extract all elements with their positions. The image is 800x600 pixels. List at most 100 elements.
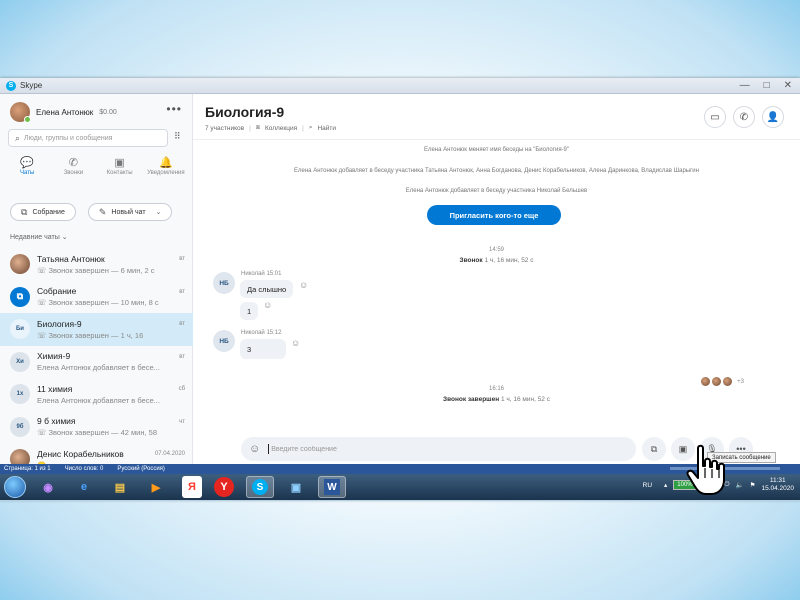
search-box[interactable]: ⌕ Люди, группы и сообщения [8,129,168,147]
avatar[interactable]: НБ [213,272,235,294]
chat-list: Татьяна Антонюк ☏ Звонок завершен — 6 ми… [0,248,193,476]
emoji-icon[interactable]: ☺ [249,443,260,455]
message-sender: Николай 15:12 [241,330,282,336]
phone-icon: ✆ [68,157,78,169]
close-button[interactable]: ✕ [784,80,792,91]
message-input[interactable] [271,445,612,453]
chat-item-biology[interactable]: Би Биология-9 ☏ Звонок завершен — 1 ч, 1… [0,313,193,346]
media-player-icon[interactable]: ▶ [142,476,170,498]
tab-contacts[interactable]: ▣ Контакты [100,156,140,176]
chevron-up-icon[interactable]: ▴ [664,481,667,489]
language-indicator[interactable]: RU [643,482,652,489]
smiley-reaction-icon[interactable]: ☺ [291,338,300,348]
call-duration: 1 ч, 16 мин, 52 с [484,257,534,264]
chat-name: 9 б химия [37,416,76,427]
media-gallery-icon[interactable]: ⧉ [642,437,666,461]
tab-label: Звонки [63,170,84,176]
phone-call-icon[interactable]: ✆ [733,106,755,128]
separator: | [249,124,251,132]
conversation-meta: 7 участников | ⧈ Коллекция | ⌕ Найти [205,124,336,132]
chat-preview: Звонок завершен — 10 мин, 8 с [48,298,159,308]
dialpad-icon[interactable]: ⠿ [174,131,181,142]
word-count[interactable]: Число слов: 0 [65,466,104,472]
chat-item-tatyana[interactable]: Татьяна Антонюк ☏ Звонок завершен — 6 ми… [0,248,193,281]
maximize-button[interactable]: □ [764,80,770,91]
read-receipts[interactable]: +3 [701,377,744,386]
meeting-button[interactable]: ⧉ Собрание [10,203,76,221]
recent-chats-header[interactable]: Недавние чаты ⌄ [10,233,68,241]
message-bubble[interactable]: 1 [240,302,259,320]
video-meeting-icon: ⧉ [10,286,30,307]
chat-item-chemistry9[interactable]: Хи Химия-9 Елена Антонюк добавляет в бес… [0,346,193,379]
speaker-icon[interactable]: 🔈 [736,481,744,489]
nav-tabs: 💬 Чаты ✆ Звонки ▣ Контакты 🔔 Уведомления [4,156,189,176]
internet-explorer-icon[interactable]: e [70,476,98,498]
chat-time: вт [179,321,185,327]
call-duration: 1 ч, 16 мин, 52 с [500,396,550,403]
phone-icon: ☏ [37,330,49,340]
yandex-browser-icon[interactable]: Y [214,477,234,497]
search-input[interactable]: Люди, группы и сообщения [24,135,112,142]
flag-icon[interactable]: ⚑ [750,481,756,489]
alice-assistant-icon[interactable]: ◉ [34,476,62,498]
language-status[interactable]: Русский (Россия) [117,466,165,472]
smiley-reaction-icon[interactable]: ☺ [299,280,308,290]
compose-icon: ✎ [98,206,107,217]
separator: | [302,124,304,132]
page-count[interactable]: Страница: 1 из 1 [4,466,51,472]
smiley-reaction-icon[interactable]: ☺ [263,300,272,310]
tab-chats[interactable]: 💬 Чаты [7,156,47,176]
participants-link[interactable]: 7 участников [205,125,244,132]
chat-item-9b-chemistry[interactable]: 9б 9 б химия ☏ Звонок завершен — 42 мин,… [0,411,193,444]
bell-icon: 🔔 [159,157,173,169]
add-person-icon[interactable]: 👤 [762,106,784,128]
tab-notifications[interactable]: 🔔 Уведомления [146,156,186,176]
chat-preview: Звонок завершен — 6 мин, 2 с [48,265,155,275]
collection-link[interactable]: Коллекция [265,125,297,132]
call-label: Звонок завершен [443,396,500,403]
new-chat-button[interactable]: ✎ Новый чат ⌄ [87,203,173,221]
message-composer[interactable]: ☺ [241,437,636,461]
video-call-icon[interactable]: ▭ [704,106,726,128]
file-explorer-icon[interactable]: ▤ [106,476,134,498]
avatar[interactable]: НБ [213,330,235,352]
skype-taskbar-icon[interactable]: S [246,476,274,498]
find-link[interactable]: Найти [317,125,336,132]
avatar [701,377,711,386]
taskbar: ◉ e ▤ ▶ Я Y S ▣ W RU ▴ 100% ▭ ▮ ⏻ 🔈 ⚑ 11… [0,474,800,500]
clock[interactable]: 11:31 15.04.2020 [761,477,794,493]
word-taskbar-icon[interactable]: W [318,476,346,498]
chat-time: вт [179,353,185,360]
chat-time: 07.04.2020 [154,451,185,457]
gallery-icon: ⧈ [255,124,260,131]
chat-name: 11 химия [37,383,73,394]
profile-avatar[interactable] [10,102,31,123]
chevron-down-icon[interactable]: ⌄ [156,208,162,216]
profile[interactable]: Елена Антонюк $0.00 [10,102,117,123]
action-buttons: ⧉ Собрание ✎ Новый чат ⌄ [10,203,173,221]
invite-button[interactable]: Пригласить кого-то еще [427,205,561,225]
chat-name: Биология-9 [37,318,82,329]
chat-item-meeting[interactable]: ⧉ Собрание ☏ Звонок завершен — 10 мин, 8… [0,281,193,314]
chat-item-chemistry11[interactable]: 1х 11 химия Елена Антонюк добавляет в бе… [0,378,193,411]
message-bubble[interactable]: 3 [240,339,286,359]
conversation-title[interactable]: Биология-9 [205,104,284,120]
tab-label: Чаты [19,170,35,176]
more-options-button[interactable]: ••• [166,102,182,116]
minimize-button[interactable]: — [740,80,750,91]
clock-time: 11:31 [769,477,786,484]
message-bubble[interactable]: Да слышно [240,280,294,298]
avatar [723,377,733,386]
screen-capture-icon[interactable]: ▣ [282,476,310,498]
system-message: Елена Антонюк добавляет в беседу участни… [405,188,588,194]
start-button-icon[interactable] [4,476,26,498]
chat-time: вт [179,256,185,262]
chat-preview: Елена Антонюк добавляет в бесе... [37,395,160,405]
chat-preview: Елена Антонюк добавляет в бесе... [37,363,160,373]
profile-balance[interactable]: $0.00 [99,109,117,116]
system-message: Елена Антонюк меняет имя беседы на "Биол… [423,147,570,153]
yandex-icon[interactable]: Я [182,476,202,498]
tab-calls[interactable]: ✆ Звонки [53,156,93,176]
avatar [712,377,722,386]
slide-divider [0,500,800,501]
